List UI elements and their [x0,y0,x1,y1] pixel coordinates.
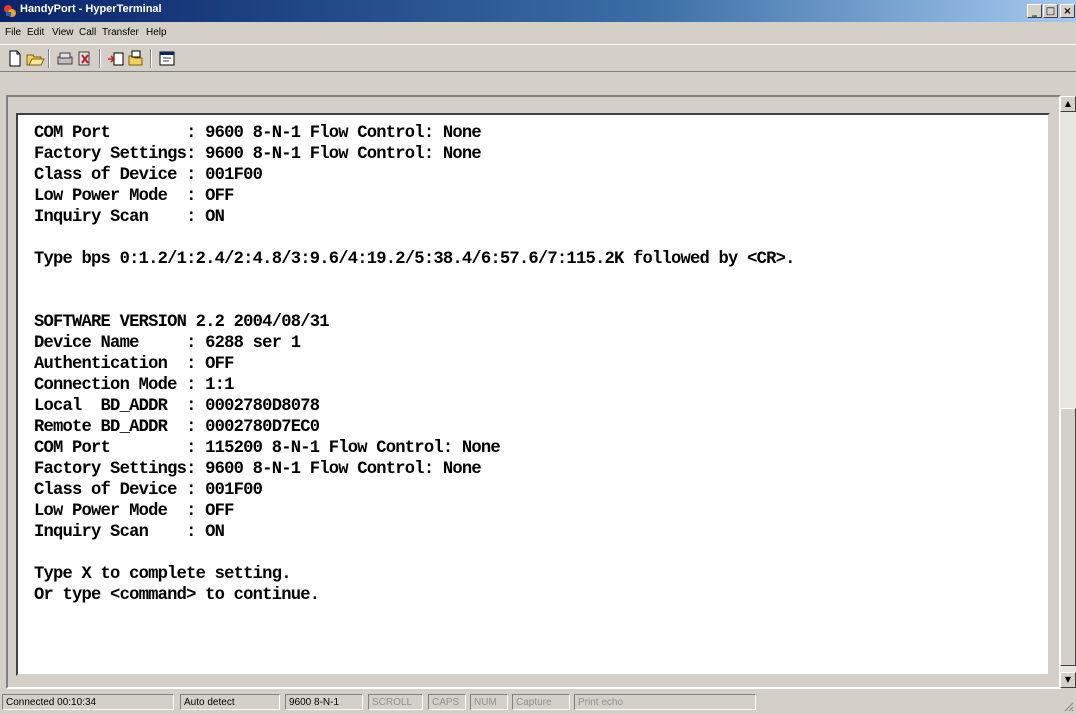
hyperterminal-app-icon [4,5,16,17]
toolbar [0,44,1076,72]
scroll-up-arrow-icon[interactable]: ▲ [1060,96,1076,112]
properties-icon[interactable] [157,49,177,68]
status-settings: 9600 8-N-1 [285,694,363,710]
window-title: HandyPort - HyperTerminal [20,3,162,15]
terminal-screen[interactable]: COM Port : 9600 8-N-1 Flow Control: None… [16,113,1050,676]
connect-icon[interactable] [55,49,75,68]
toolbar-separator [99,49,101,68]
scroll-thumb[interactable] [1060,408,1076,666]
menu-transfer[interactable]: Transfer [102,27,139,38]
status-capture: Capture [512,694,570,710]
maximize-button[interactable]: □ [1043,4,1058,18]
toolbar-separator [48,49,50,68]
menu-file[interactable]: File [5,27,21,38]
send-icon[interactable] [106,49,126,68]
status-connected: Connected 00:10:34 [2,694,174,710]
open-icon[interactable] [25,49,45,68]
close-button[interactable]: × [1060,4,1075,18]
disconnect-icon[interactable] [75,49,95,68]
status-bar: Connected 00:10:34 Auto detect 9600 8-N-… [0,690,1076,714]
vertical-scrollbar[interactable]: ▲ ▼ [1060,96,1076,688]
status-detect: Auto detect [180,694,280,710]
menu-call[interactable]: Call [79,27,96,38]
scroll-down-arrow-icon[interactable]: ▼ [1060,672,1076,688]
new-icon[interactable] [5,49,25,68]
title-bar[interactable]: HandyPort - HyperTerminal _ □ × [0,0,1076,22]
menu-edit[interactable]: Edit [27,27,44,38]
status-print-echo: Print echo [574,694,756,710]
terminal-output: COM Port : 9600 8-N-1 Flow Control: None… [34,123,795,605]
toolbar-separator [150,49,152,68]
minimize-button[interactable]: _ [1027,4,1042,18]
receive-icon[interactable] [126,49,146,68]
status-scroll: SCROLL [368,694,423,710]
menu-bar: File Edit View Call Transfer Help [0,24,1076,42]
resize-grip-icon[interactable] [1062,700,1074,712]
status-caps: CAPS [428,694,466,710]
menu-help[interactable]: Help [146,27,167,38]
menu-view[interactable]: View [52,27,74,38]
status-num: NUM [470,694,508,710]
